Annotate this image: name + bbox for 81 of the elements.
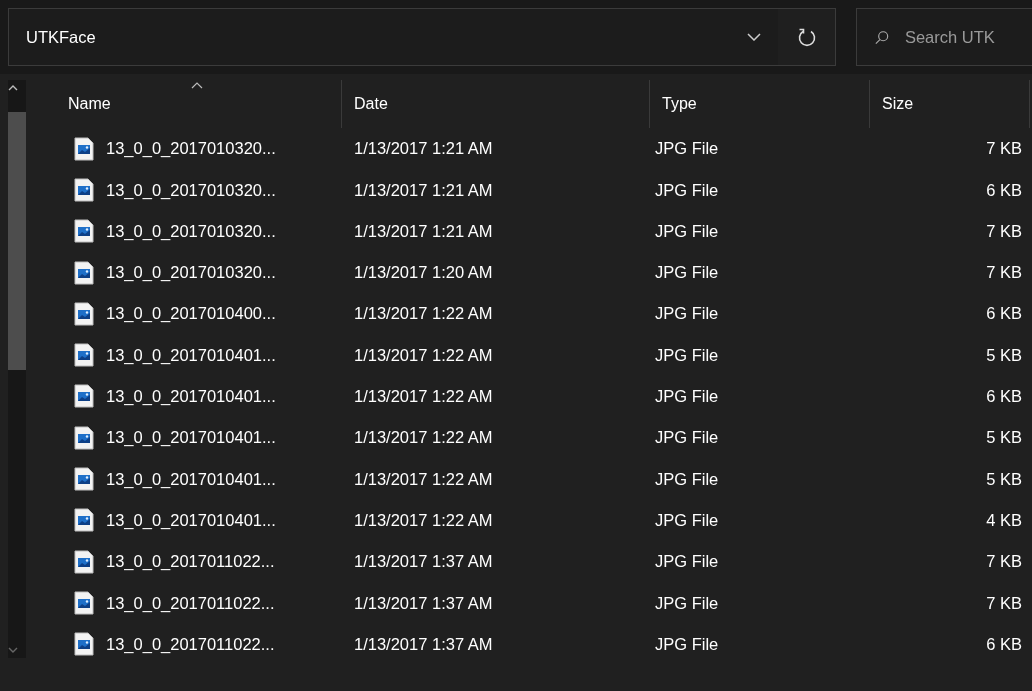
file-size: 7 KB [985,592,1023,614]
file-name[interactable]: 13_0_0_2017010401... [106,466,276,492]
search-field[interactable]: Search UTK [902,23,1032,51]
file-type: JPG File [654,633,720,655]
file-type: JPG File [654,220,720,242]
image-file-icon [74,508,94,533]
folder-path: UTKFace [25,26,97,48]
date-modified: 1/13/2017 1:22 AM [353,386,494,408]
file-name[interactable]: 13_0_0_2017010401... [106,507,276,533]
image-file-icon [74,549,94,574]
file-name[interactable]: 13_0_0_2017011022... [106,549,275,574]
date-modified: 1/13/2017 1:22 AM [353,509,494,531]
file-type: JPG File [654,386,720,408]
image-file-icon [74,260,94,285]
file-type: JPG File [654,468,720,490]
date-modified: 1/13/2017 1:37 AM [353,633,494,655]
file-name[interactable]: 13_0_0_2017010320... [106,136,276,161]
file-type: JPG File [654,303,720,325]
refresh-icon [797,27,816,47]
file-size: 6 KB [985,633,1023,655]
file-size: 7 KB [985,551,1023,573]
file-name[interactable]: 13_0_0_2017010320... [106,177,276,203]
image-file-icon [74,136,94,161]
file-type: JPG File [654,551,720,573]
date-modified: 1/13/2017 1:21 AM [353,220,494,242]
file-type: JPG File [654,344,720,366]
image-file-icon [74,632,94,657]
file-type: JPG File [654,427,720,449]
file-size: 5 KB [985,468,1023,490]
image-file-icon [74,425,94,450]
date-modified: 1/13/2017 1:22 AM [353,344,494,366]
file-name[interactable]: 13_0_0_2017010320... [106,260,276,285]
file-size: 7 KB [985,138,1023,160]
column-header[interactable]: Name [40,80,342,128]
image-file-icon [74,301,94,326]
column-header[interactable]: Date [342,80,650,128]
column-header[interactable]: Type [650,80,870,128]
file-name[interactable]: 13_0_0_2017010401... [106,384,276,409]
address-bar[interactable]: UTKFace [8,8,836,66]
date-modified: 1/13/2017 1:20 AM [353,262,494,284]
scrollbar-thumb[interactable] [8,112,26,370]
date-modified: 1/13/2017 1:22 AM [353,303,494,325]
file-type: JPG File [654,179,720,201]
file-size: 6 KB [985,386,1023,408]
file-size: 5 KB [985,344,1023,366]
image-file-icon [74,467,94,491]
file-name[interactable]: 13_0_0_2017010401... [106,342,276,368]
file-size: 6 KB [985,179,1023,201]
file-type: JPG File [654,262,720,284]
image-file-icon [74,343,94,368]
file-size: 4 KB [985,509,1023,531]
image-file-icon [74,177,94,202]
date-modified: 1/13/2017 1:37 AM [353,592,494,614]
file-size: 7 KB [985,262,1023,284]
vertical-scrollbar[interactable] [8,80,26,658]
image-file-icon [74,590,94,615]
date-modified: 1/13/2017 1:22 AM [353,427,494,449]
image-file-icon [74,219,94,244]
search-icon [875,28,889,46]
file-size: 6 KB [985,303,1023,325]
file-type: JPG File [654,509,720,531]
date-modified: 1/13/2017 1:21 AM [353,179,494,201]
scroll-up-icon[interactable] [8,84,18,92]
file-name[interactable]: 13_0_0_2017011022... [106,590,275,616]
file-size: 7 KB [985,220,1023,242]
date-modified: 1/13/2017 1:21 AM [353,138,494,160]
file-type: JPG File [654,592,720,614]
chevron-down-icon [747,33,761,41]
file-name[interactable]: 13_0_0_2017011022... [106,631,275,657]
file-type: JPG File [654,138,720,160]
file-name[interactable]: 13_0_0_2017010320... [106,218,276,244]
date-modified: 1/13/2017 1:37 AM [353,551,494,573]
image-file-icon [74,384,94,409]
scroll-down-icon[interactable] [8,646,18,654]
file-size: 5 KB [985,427,1023,449]
file-name[interactable]: 13_0_0_2017010400... [106,301,276,327]
date-modified: 1/13/2017 1:22 AM [353,468,494,490]
sort-ascending-icon [191,82,203,89]
search-box[interactable]: Search UTK [856,8,1032,66]
file-name[interactable]: 13_0_0_2017010401... [106,425,276,451]
column-header[interactable]: Size [870,80,1030,128]
